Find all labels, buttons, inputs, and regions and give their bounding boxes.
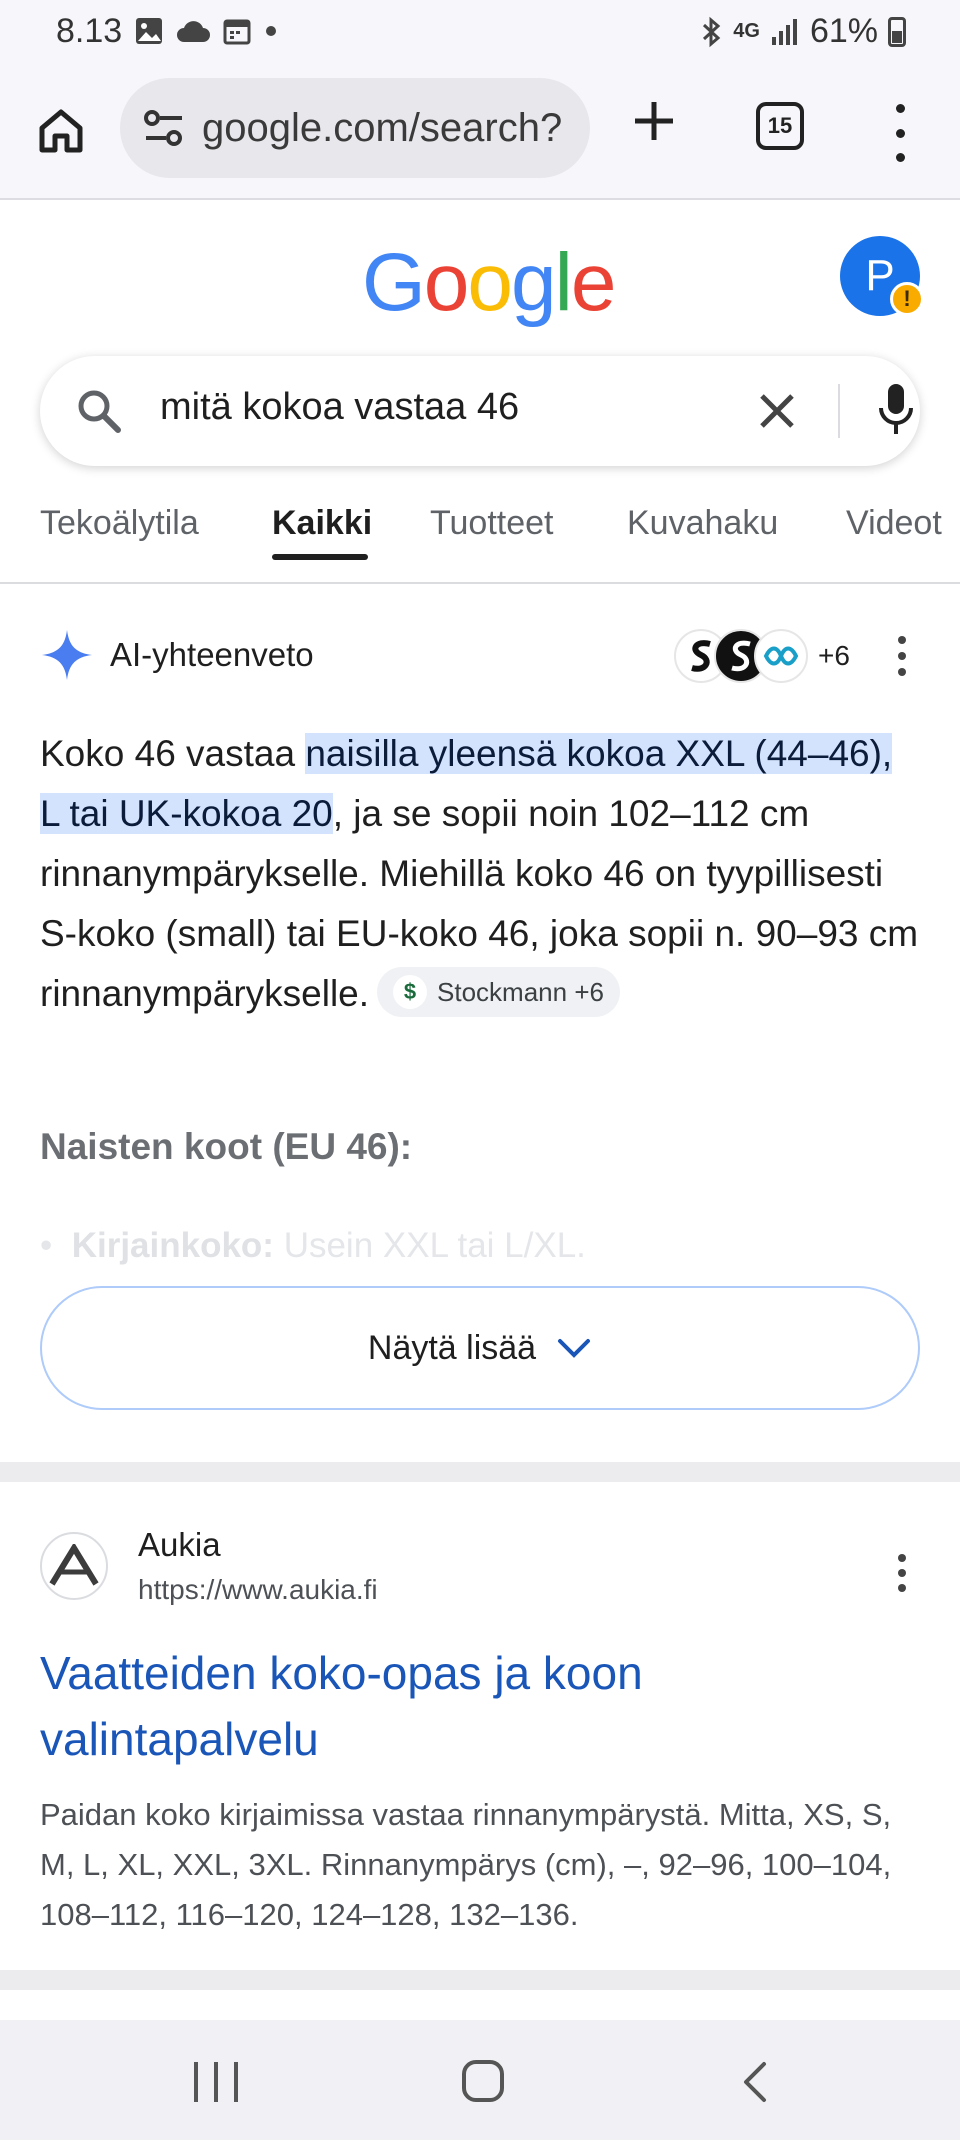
menu-dot	[895, 128, 905, 138]
ai-faded-bullet: • Kirjainkoko: Usein XXL tai L/XL.	[40, 1226, 920, 1276]
section-divider	[0, 1462, 960, 1482]
google-logo[interactable]: Google	[362, 236, 617, 330]
ai-overview-menu-button[interactable]	[892, 636, 912, 676]
stockmann-logo-icon	[691, 640, 711, 672]
section-divider	[0, 1970, 960, 1990]
chevron-down-icon	[558, 1339, 591, 1358]
logo-letter: l	[554, 237, 573, 328]
address-bar[interactable]: google.com/search?	[120, 78, 590, 178]
bullet-dot: •	[40, 1226, 72, 1265]
page: 8.13 4G 61% google.com/search? 15 Google…	[0, 0, 960, 2140]
menu-dot	[898, 636, 906, 644]
logo-letter: g	[511, 237, 557, 328]
recent-bar	[234, 2062, 238, 2102]
logo-letter: o	[467, 237, 513, 328]
tab-ai-mode[interactable]: Tekoälytila	[40, 504, 199, 543]
plus-icon	[635, 102, 673, 140]
tab-images[interactable]: Kuvahaku	[627, 504, 778, 543]
source-logo-icon	[763, 646, 799, 666]
tab-all[interactable]: Kaikki	[272, 504, 372, 543]
result-menu-button[interactable]	[894, 1554, 910, 1592]
aukia-logo-icon	[49, 1544, 99, 1586]
source-chip[interactable]: $ Stockmann +6	[377, 967, 620, 1018]
url-text: google.com/search?	[202, 105, 563, 150]
menu-dot	[898, 652, 906, 660]
back-icon[interactable]	[736, 2060, 776, 2104]
menu-dot	[898, 1554, 906, 1562]
stockmann-icon: $	[393, 975, 428, 1010]
ai-subheading: Naisten koot (EU 46):	[40, 1126, 413, 1167]
ai-sparkle-icon	[42, 630, 92, 680]
ai-overview-header: AI-yhteenveto +6	[40, 626, 920, 686]
tab-videos[interactable]: Videot	[846, 504, 942, 543]
search-input[interactable]: mitä kokoa vastaa 46	[40, 356, 920, 466]
source-logo-icon	[731, 640, 751, 672]
ai-overview-title: AI-yhteenveto	[110, 636, 314, 673]
cloud-icon	[177, 21, 210, 42]
logo-letter: G	[362, 237, 426, 328]
system-home-button[interactable]	[462, 2060, 504, 2102]
status-bar: 8.13 4G 61%	[0, 0, 960, 64]
new-tab-button[interactable]	[624, 94, 684, 154]
site-settings-icon[interactable]	[142, 106, 186, 150]
aukia-favicon-icon[interactable]	[40, 1532, 108, 1600]
recent-apps-button[interactable]	[194, 2062, 238, 2102]
network-label: 4G	[733, 20, 760, 42]
show-more-label: Näytä lisää	[367, 1328, 537, 1367]
search-tabs: Tekoälytila Kaikki Tuotteet Kuvahaku Vid…	[0, 494, 960, 584]
ai-text-before: Koko 46 vastaa	[40, 733, 306, 774]
recent-bar	[214, 2062, 218, 2102]
battery-icon	[888, 16, 906, 47]
bullet-label: Kirjainkoko:	[71, 1226, 274, 1265]
microphone-icon[interactable]	[876, 380, 916, 440]
result-snippet: Paidan koko kirjaimissa vastaa rinnanymp…	[40, 1797, 892, 1932]
more-sources-count: +6	[818, 640, 850, 671]
source-favicon-icon	[754, 629, 808, 683]
search-icon	[78, 390, 121, 433]
clear-icon[interactable]	[750, 384, 804, 438]
tab-products[interactable]: Tuotteet	[430, 504, 553, 543]
status-time: 8.13	[56, 12, 123, 50]
result-title-link[interactable]: Vaatteiden koko-opas ja koon valintapalv…	[40, 1640, 920, 1772]
calendar-icon	[223, 19, 251, 45]
menu-dot	[895, 104, 905, 113]
system-navigation-bar	[0, 2020, 960, 2140]
ai-overview-text: Koko 46 vastaa naisilla yleensä kokoa XX…	[40, 724, 920, 1024]
dot-icon	[266, 26, 276, 36]
search-divider	[838, 384, 840, 438]
result-site-name[interactable]: Aukia	[138, 1526, 221, 1564]
account-warning-badge: !	[890, 282, 924, 316]
browser-toolbar: google.com/search? 15	[0, 64, 960, 200]
active-tab-indicator	[272, 554, 368, 560]
bullet-text: Usein XXL tai L/XL.	[273, 1226, 586, 1265]
battery-percent: 61%	[809, 12, 878, 50]
status-notification-icons	[134, 16, 278, 46]
logo-letter: e	[570, 237, 617, 328]
search-query[interactable]: mitä kokoa vastaa 46	[160, 386, 519, 429]
show-more-button[interactable]: Näytä lisää	[40, 1286, 920, 1410]
menu-dot	[895, 153, 905, 162]
menu-dot	[898, 668, 906, 676]
source-chip-label: Stockmann +6	[437, 977, 604, 1008]
image-icon	[136, 18, 162, 44]
status-right: 4G 61%	[699, 12, 906, 51]
logo-letter: o	[423, 237, 470, 328]
menu-dot	[898, 1584, 906, 1592]
home-icon	[39, 109, 83, 153]
browser-menu-button[interactable]	[880, 98, 920, 168]
bluetooth-icon	[703, 16, 721, 47]
home-button[interactable]	[30, 100, 92, 162]
signal-icon	[771, 18, 797, 45]
menu-dot	[898, 1569, 906, 1577]
ai-source-icons[interactable]: +6	[674, 628, 850, 684]
result-url[interactable]: https://www.aukia.fi	[138, 1574, 378, 1606]
recent-bar	[194, 2062, 198, 2102]
tab-switcher-button[interactable]: 15	[756, 102, 804, 150]
